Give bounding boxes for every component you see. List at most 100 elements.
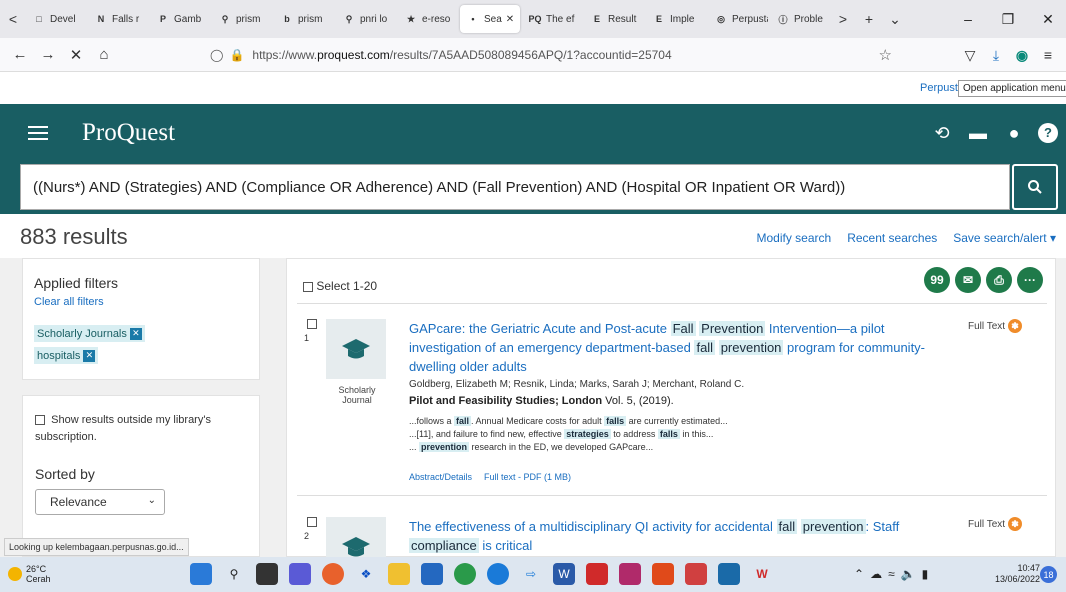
email-icon[interactable]: ✉ <box>955 267 981 293</box>
browser-tab[interactable]: ★ e-reso <box>398 5 458 33</box>
abstract-details-link[interactable]: Abstract/Details <box>409 472 472 482</box>
volume-icon[interactable]: 🔈 <box>901 567 916 581</box>
dot-icon: • <box>471 14 475 24</box>
browser-tab[interactable]: N Falls r <box>88 5 148 33</box>
tab-label: pnri lo <box>360 13 388 25</box>
result-title[interactable]: The effectiveness of a multidisciplinary… <box>409 517 959 555</box>
result-checkbox[interactable] <box>307 517 317 527</box>
office-icon[interactable] <box>619 563 641 585</box>
store-icon[interactable] <box>421 563 443 585</box>
clear-filters-link[interactable]: Clear all filters <box>34 296 104 308</box>
close-tab-icon[interactable]: ✕ <box>506 14 514 25</box>
library-link[interactable]: Perpust <box>920 82 958 94</box>
chat-icon[interactable] <box>289 563 311 585</box>
word-icon[interactable]: W <box>553 563 575 585</box>
snippet-text: ...[11], and failure to find new, effect… <box>409 429 565 439</box>
dropbox-icon[interactable]: ❖ <box>355 563 377 585</box>
show-hidden-icons[interactable]: ⌃ <box>854 567 864 581</box>
taskbar-clock[interactable]: 10:47 13/06/2022 <box>995 563 1040 585</box>
search-button[interactable] <box>1012 164 1058 210</box>
home-icon[interactable]: ⌂ <box>90 46 118 63</box>
edge-icon[interactable] <box>487 563 509 585</box>
browser-tab[interactable]: b prism <box>274 5 334 33</box>
bookmark-star-icon[interactable]: ☆ <box>879 46 892 64</box>
save-search-link[interactable]: Save search/alert ▾ <box>953 231 1056 245</box>
browser-tab[interactable]: E Imple <box>646 5 706 33</box>
modify-search-link[interactable]: Modify search <box>757 231 832 245</box>
results-count: 883 results <box>20 224 128 249</box>
start-icon[interactable] <box>190 563 212 585</box>
tab-list-back-icon[interactable]: < <box>0 11 26 27</box>
full-text-badge[interactable]: Full Text ❃ <box>968 319 1023 333</box>
browser-tab[interactable]: E Result <box>584 5 644 33</box>
taskbar-search-icon[interactable]: ⚲ <box>223 563 245 585</box>
pdf-reader-icon[interactable] <box>586 563 608 585</box>
back-icon[interactable]: ← <box>6 46 34 63</box>
stop-loading-icon[interactable]: ✕ <box>62 46 90 64</box>
cite-icon[interactable]: 99 <box>924 267 950 293</box>
menu-icon[interactable] <box>28 126 48 140</box>
print-icon[interactable]: ⎙ <box>986 267 1012 293</box>
downloads-icon[interactable]: ⤓ <box>986 47 1006 64</box>
wps-icon[interactable]: W <box>751 563 773 585</box>
tab-list-dropdown-icon[interactable]: ⌄ <box>882 11 908 28</box>
lock-icon[interactable]: 🔒 <box>229 48 244 62</box>
full-text-badge[interactable]: Full Text ❃ <box>968 517 1023 531</box>
file-explorer-icon[interactable] <box>388 563 410 585</box>
weather-widget[interactable]: 26°C Cerah <box>26 564 51 584</box>
onedrive-icon[interactable]: ☁ <box>870 567 882 581</box>
outside-subscription-option[interactable]: Show results outside my library's subscr… <box>35 412 251 446</box>
browser-tab[interactable]: ⚲ prism <box>212 5 272 33</box>
office-lens-icon[interactable] <box>652 563 674 585</box>
sync-icon[interactable]: ⇨ <box>520 563 542 585</box>
browser-tab[interactable]: P Gamb <box>150 5 210 33</box>
result-checkbox[interactable] <box>307 319 317 329</box>
task-view-icon[interactable] <box>256 563 278 585</box>
sort-select[interactable]: Relevance ⌄ <box>35 489 165 515</box>
tab-scroll-right-icon[interactable]: > <box>830 11 856 27</box>
more-options-icon[interactable]: ··· <box>1017 267 1043 293</box>
folder-icon[interactable]: ▬ <box>966 123 990 144</box>
notification-badge[interactable]: 18 <box>1040 566 1057 583</box>
minimize-icon[interactable]: – <box>948 11 988 27</box>
pocket-icon[interactable]: ▽ <box>960 47 980 64</box>
help-icon[interactable]: ? <box>1038 123 1058 143</box>
app-menu-icon[interactable]: ≡ <box>1038 47 1058 63</box>
browser-tab[interactable]: PQ The ef <box>522 5 582 33</box>
browser-tab[interactable]: ◎ Perpustak <box>708 5 768 33</box>
browser-tab[interactable]: ⚲ pnri lo <box>336 5 396 33</box>
history-icon[interactable]: ⟲ <box>930 123 954 144</box>
battery-icon[interactable]: ▮ <box>922 567 929 581</box>
user-icon[interactable]: ● <box>1002 123 1026 144</box>
new-tab-icon[interactable]: + <box>856 11 882 27</box>
checkbox[interactable] <box>35 415 45 426</box>
photos-icon[interactable] <box>718 563 740 585</box>
firefox-icon[interactable] <box>322 563 344 585</box>
wifi-icon[interactable]: ≈ <box>888 567 895 581</box>
recent-searches-link[interactable]: Recent searches <box>847 231 937 245</box>
remove-filter-icon[interactable]: ✕ <box>129 327 142 340</box>
restore-icon[interactable]: ❐ <box>988 11 1028 28</box>
account-icon[interactable]: ◉ <box>1012 47 1032 64</box>
result-title[interactable]: GAPcare: the Geriatric Acute and Post-ac… <box>409 319 959 376</box>
proquest-logo[interactable]: ProQuest <box>82 119 175 147</box>
forward-icon[interactable]: → <box>34 46 62 63</box>
document-type-thumbnail[interactable] <box>326 319 386 379</box>
remove-filter-icon[interactable]: ✕ <box>83 349 96 362</box>
select-all[interactable]: Select 1-20 <box>303 279 377 293</box>
browser-tab[interactable]: □ Devel <box>26 5 86 33</box>
camera-icon[interactable] <box>685 563 707 585</box>
address-bar[interactable]: ◯ 🔒 https://www.proquest.com/results/7A5… <box>210 43 896 67</box>
browser-tab[interactable]: • Sea ✕ <box>460 5 520 33</box>
search-input[interactable]: ((Nurs*) AND (Strategies) AND (Complianc… <box>20 164 1010 210</box>
browser-tab[interactable]: ⓘ Proble <box>770 5 830 33</box>
document-type-thumbnail[interactable] <box>326 517 386 557</box>
checkbox[interactable] <box>303 281 313 292</box>
chrome-icon[interactable] <box>454 563 476 585</box>
shield-icon[interactable]: ◯ <box>210 48 223 62</box>
result-item: 1 Scholarly Journal GAPcare: the Geriatr… <box>287 319 1057 491</box>
info-icon: ⓘ <box>778 14 788 25</box>
full-text-pdf-link[interactable]: Full text - PDF (1 MB) <box>484 472 571 482</box>
close-window-icon[interactable]: ✕ <box>1028 11 1066 28</box>
weather-icon[interactable] <box>8 567 22 581</box>
